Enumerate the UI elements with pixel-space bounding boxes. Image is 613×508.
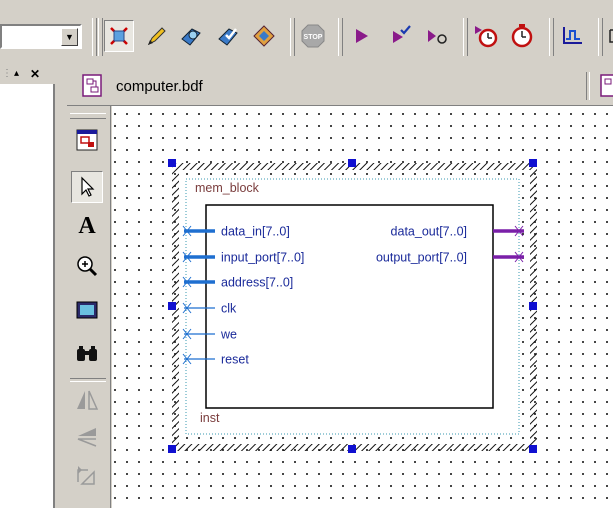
toolbar-separator — [338, 18, 343, 56]
pointer-tool-icon — [81, 176, 95, 197]
block-tool-icon — [76, 129, 98, 151]
stop-button[interactable]: STOP — [298, 20, 328, 52]
text-tool-button[interactable]: A — [71, 208, 103, 240]
palette-grip[interactable] — [70, 113, 106, 119]
rotate-button[interactable] — [71, 459, 103, 491]
input-pin-label: input_port[7..0] — [221, 251, 304, 265]
input-pin-label: clk — [221, 302, 237, 316]
pencil-button[interactable] — [141, 20, 171, 52]
run-checked-icon — [393, 25, 411, 43]
toolbar-separator — [549, 18, 554, 56]
pane-maximize-icon[interactable]: ▴ — [14, 68, 19, 79]
dropdown-arrow-icon[interactable]: ▼ — [61, 28, 78, 46]
pencil-icon — [147, 27, 166, 46]
zoom-tool-button[interactable] — [71, 250, 103, 282]
timer-button[interactable] — [507, 20, 537, 52]
find-tool-button[interactable] — [71, 338, 103, 370]
resize-handle[interactable] — [348, 445, 356, 453]
rotate-icon — [77, 466, 95, 485]
toolbar-separator — [598, 18, 603, 56]
synthesis-icon — [253, 25, 275, 47]
output-pin-label: output_port[7..0] — [376, 251, 467, 265]
compile-icon — [181, 28, 201, 46]
resize-handle[interactable] — [168, 302, 176, 310]
toolbar-separator — [290, 18, 295, 56]
compile-button[interactable] — [176, 20, 206, 52]
resize-handle[interactable] — [529, 445, 537, 453]
flip-horizontal-button[interactable] — [71, 384, 103, 416]
run-checked-button[interactable] — [385, 20, 415, 52]
flip-vertical-button[interactable] — [71, 421, 103, 453]
left-pane-header: ⋮ ▴ ✕ — [0, 67, 55, 84]
timer-start-button[interactable] — [471, 20, 501, 52]
resize-handle[interactable] — [529, 159, 537, 167]
text-tool-icon: A — [78, 213, 96, 237]
synthesis-button[interactable] — [249, 20, 279, 52]
document-tab-title[interactable]: computer.bdf — [116, 78, 203, 95]
entity-combo-box[interactable]: ▼ — [0, 24, 82, 49]
block-symbol[interactable]: mem_block inst data_in[7..0] input_port[7… — [112, 106, 613, 508]
output-pin-label: data_out[7..0] — [391, 225, 467, 239]
input-pin-label: we — [220, 328, 237, 342]
project-navigator-pane — [0, 84, 55, 508]
bdf-file-icon — [600, 74, 613, 97]
toolbar-grip[interactable] — [98, 18, 103, 56]
zoom-tool-icon — [77, 256, 98, 277]
start-icon — [356, 29, 368, 43]
pane-grip-icon: ⋮ — [2, 68, 12, 79]
input-pin-label: data_in[7..0] — [221, 225, 290, 239]
step-icon — [428, 30, 447, 44]
instance-label[interactable]: inst — [200, 411, 220, 425]
truncated-icon — [609, 29, 613, 43]
block-name-label[interactable]: mem_block — [195, 181, 260, 195]
tab-separator — [586, 72, 590, 100]
resize-handle[interactable] — [168, 159, 176, 167]
selection-tool-button[interactable] — [104, 20, 134, 52]
pane-splitter[interactable] — [55, 68, 67, 508]
bdf-file-icon — [82, 74, 102, 97]
analysis-icon — [218, 28, 238, 46]
waveform-button[interactable] — [558, 20, 588, 52]
pane-close-icon[interactable]: ✕ — [30, 67, 40, 81]
overflow-button[interactable] — [604, 20, 613, 52]
pointer-tool-button[interactable] — [71, 171, 103, 203]
document-tab[interactable] — [80, 73, 106, 102]
symbol-tool-button[interactable] — [71, 294, 103, 326]
resize-handle[interactable] — [348, 159, 356, 167]
toolbar: ▼ STOP — [0, 0, 613, 68]
symbol-tool-icon — [76, 301, 98, 319]
stop-label: STOP — [304, 34, 323, 41]
timer-start-icon — [475, 26, 498, 48]
block-tool-button[interactable] — [71, 124, 103, 156]
input-pin-label: address[7..0] — [221, 276, 293, 290]
resize-handle[interactable] — [529, 302, 537, 310]
flip-vertical-icon — [77, 428, 97, 447]
toolbar-separator — [463, 18, 468, 56]
input-pin-label: reset — [221, 353, 249, 367]
flip-horizontal-icon — [77, 390, 99, 410]
selection-tool-icon — [110, 27, 128, 45]
stop-icon: STOP — [301, 24, 325, 48]
timer-icon — [511, 24, 533, 48]
start-button[interactable] — [346, 20, 376, 52]
resize-handle[interactable] — [168, 445, 176, 453]
palette-separator — [70, 378, 106, 382]
step-button[interactable] — [421, 20, 451, 52]
next-document-tab[interactable] — [598, 73, 613, 102]
toolbar-grip[interactable] — [92, 18, 97, 56]
waveform-icon — [563, 27, 582, 44]
find-tool-icon — [77, 346, 97, 361]
svg-text:A: A — [78, 213, 96, 237]
analysis-button[interactable] — [213, 20, 243, 52]
